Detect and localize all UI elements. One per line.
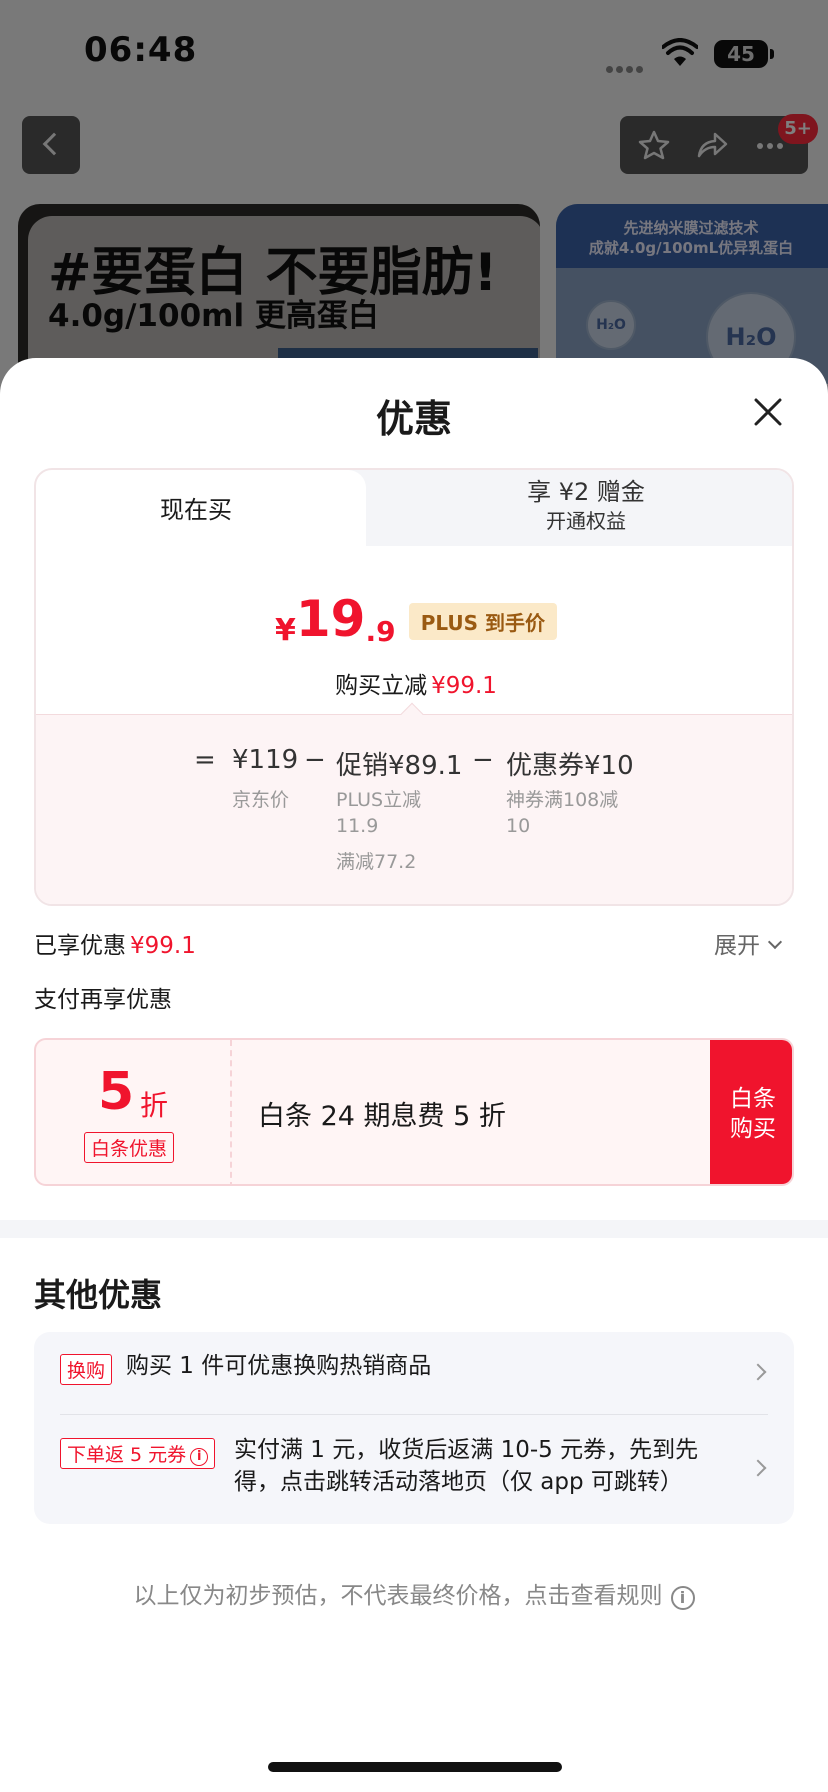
expand-button[interactable]: 展开: [714, 926, 783, 960]
chevron-right-icon: [749, 1363, 767, 1381]
other-discounts-title: 其他优惠: [34, 1276, 163, 1314]
coupon-label: 神券满108减: [506, 789, 619, 811]
baitiao-tag: 白条优惠: [84, 1132, 175, 1163]
chevron-right-icon: [749, 1459, 767, 1477]
coupon-return-line-1: 实付满 1 元，收货后返满 10-5 元券，先到先: [234, 1437, 699, 1463]
plus-price-tag: PLUS 到手价: [408, 603, 557, 640]
info-icon: i: [670, 1586, 695, 1610]
enjoyed-amount: ¥99.1: [130, 933, 196, 959]
home-indicator: [268, 1762, 562, 1772]
price-breakdown: = ¥119 − 促销¥89.1 − 优惠券¥10 京东价 PLUS立减 11.…: [36, 714, 792, 904]
list-item-coupon-return[interactable]: 下单返 5 元券 i 实付满 1 元，收货后返满 10-5 元券，先到先 得，点击…: [34, 1414, 794, 1524]
equals-sign: =: [194, 745, 216, 775]
coupon-value: 10: [506, 815, 531, 837]
enjoyed-label: 已享优惠: [34, 933, 126, 959]
coupon-return-tag: 下单返 5 元券 i: [60, 1438, 216, 1469]
plus-reduction-value: 11.9: [336, 815, 379, 837]
coupon-return-tag-label: 下单返 5 元券: [67, 1444, 187, 1466]
minus-sign-1: −: [304, 745, 326, 775]
reduction-amount: ¥99.1: [431, 673, 497, 699]
enjoyed-discount: 已享优惠 ¥99.1: [34, 926, 196, 960]
full-reduction: 满减77.2: [336, 851, 417, 873]
sheet-title: 优惠: [375, 397, 452, 441]
plus-reduction-label: PLUS立减: [336, 789, 422, 811]
baitiao-buy-button[interactable]: 白条 购买: [710, 1040, 792, 1184]
expand-label: 展开: [714, 933, 760, 959]
jd-price: ¥119: [232, 745, 299, 775]
discount-unit: 折: [140, 1089, 169, 1122]
list-item-exchange[interactable]: 换购 购买 1 件可优惠换购热销商品: [34, 1332, 794, 1414]
minus-sign-2: −: [472, 745, 494, 775]
section-divider: [0, 1220, 828, 1238]
buy-line-1: 白条: [730, 1086, 776, 1112]
tab-gift-sub: 开通权益: [546, 509, 626, 533]
price-card: 现在买 享 ¥2 赠金 开通权益 ¥19.9 PLUS 到手价 购买立减 ¥99.…: [34, 468, 794, 906]
exchange-tag: 换购: [60, 1354, 113, 1385]
baitiao-description: 白条 24 期息费 5 折: [258, 1101, 506, 1132]
tab-now-label: 现在买: [160, 496, 232, 524]
final-price-row: ¥19.9 PLUS 到手价: [36, 590, 792, 650]
price-currency: ¥: [275, 613, 296, 648]
jd-price-label: 京东价: [232, 789, 290, 811]
coupon-return-text: 实付满 1 元，收货后返满 10-5 元券，先到先 得，点击跳转活动落地页（仅 …: [234, 1434, 698, 1498]
baitiao-discount-badge: 5 折 白条优惠: [36, 1040, 232, 1184]
tab-gift-label: 享 ¥2 赠金 开通权益: [456, 476, 716, 534]
buy-line-2: 购买: [730, 1116, 776, 1142]
info-icon[interactable]: i: [190, 1448, 209, 1466]
exchange-text: 购买 1 件可优惠换购热销商品: [126, 1353, 432, 1379]
price-decimal: .9: [365, 615, 396, 648]
coupon-return-line-2: 得，点击跳转活动落地页（仅 app 可跳转）: [234, 1469, 683, 1495]
close-icon[interactable]: [750, 394, 786, 430]
discount-sheet: 优惠 现在买 享 ¥2 赠金 开通权益 ¥19.9 PLUS 到手价 购买立减 ¥…: [0, 358, 828, 1792]
disclaimer-text: 以上仅为初步预估，不代表最终价格，点击查看规则: [133, 1583, 663, 1609]
instant-reduction: 购买立减 ¥99.1: [36, 666, 792, 700]
other-discounts-list: 换购 购买 1 件可优惠换购热销商品 下单返 5 元券 i 实付满 1 元，收货后…: [34, 1332, 794, 1524]
discount-number: 5: [98, 1062, 135, 1122]
coupon-amount: 优惠券¥10: [506, 751, 634, 781]
reduction-label: 购买立减: [335, 673, 428, 699]
price-integer: 19: [295, 590, 366, 648]
chevron-down-icon: [767, 934, 783, 950]
disclaimer[interactable]: 以上仅为初步预估，不代表最终价格，点击查看规则 i: [0, 1576, 828, 1610]
baitiao-card[interactable]: 5 折 白条优惠 白条 24 期息费 5 折 白条 购买: [34, 1038, 794, 1186]
pay-discount-title: 支付再享优惠: [34, 987, 172, 1013]
tab-gift-main: 享 ¥2 赠金: [527, 478, 645, 506]
promo-amount: 促销¥89.1: [336, 751, 463, 781]
